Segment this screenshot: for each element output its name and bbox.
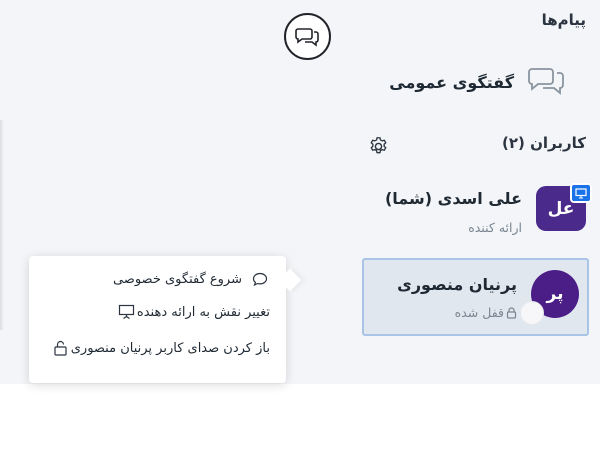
avatar: عل (536, 183, 592, 231)
user-status: قفل شده (455, 305, 517, 320)
menu-item-unmute-user[interactable]: باز کردن صدای کاربر پرنیان منصوری (43, 337, 270, 359)
messages-section-title: پیام‌ها (541, 11, 586, 29)
presentation-icon (117, 304, 137, 320)
menu-item-label: باز کردن صدای کاربر پرنیان منصوری (70, 340, 270, 356)
users-section-title: کاربران (۲) (502, 134, 586, 152)
user-list-item-selected[interactable]: پر پرنیان منصوری قفل شده (362, 258, 589, 336)
user-role: ارائه کننده (468, 220, 522, 235)
chat-toggle-button[interactable] (284, 13, 331, 60)
avatar-initials: پر (546, 284, 564, 304)
chat-icon (294, 26, 321, 48)
menu-item-label: شروع گفتگوی خصوصی (112, 271, 242, 287)
menu-item-start-private-chat[interactable]: شروع گفتگوی خصوصی (113, 268, 270, 290)
panel-divider-shadow (0, 120, 4, 330)
lock-icon (506, 306, 517, 319)
user-name: پرنیان منصوری (397, 275, 517, 294)
user-list-item[interactable]: عل علی اسدی (شما) ارائه کننده (364, 180, 592, 242)
chat-bubble-icon (250, 272, 270, 287)
user-status-label: قفل شده (454, 305, 504, 320)
status-indicator (520, 301, 544, 325)
menu-item-make-presenter[interactable]: تغییر نقش به ارائه دهنده (109, 301, 270, 323)
presenter-icon (570, 183, 592, 203)
chat-icon (528, 65, 568, 99)
public-chat-item[interactable]: گفتگوی عمومی (380, 58, 590, 106)
menu-item-label: تغییر نقش به ارائه دهنده (136, 304, 270, 320)
public-chat-label: گفتگوی عمومی (389, 72, 514, 92)
user-name: علی اسدی (شما) (384, 189, 522, 208)
unlock-icon (51, 340, 71, 356)
gear-icon[interactable] (368, 136, 389, 157)
